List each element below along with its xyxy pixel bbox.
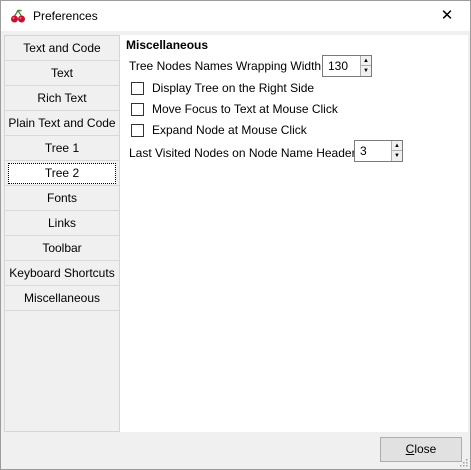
window-title: Preferences [33, 9, 98, 23]
sidebar-item-links[interactable]: Links [5, 211, 119, 236]
close-button-label: lose [414, 442, 437, 456]
move-focus-label: Move Focus to Text at Mouse Click [152, 102, 338, 116]
sidebar-item-text-and-code[interactable]: Text and Code [5, 36, 119, 61]
sidebar-item-tree-2[interactable]: Tree 2 [8, 163, 116, 184]
display-right-checkbox[interactable] [131, 81, 144, 95]
sidebar-item-tree-1[interactable]: Tree 1 [5, 136, 119, 161]
dialog-footer: Close [1, 432, 470, 469]
triangle-up-icon[interactable]: ▲ [392, 141, 402, 151]
sidebar-item-toolbar[interactable]: Toolbar [5, 236, 119, 261]
triangle-up-icon[interactable]: ▲ [361, 56, 371, 66]
sidebar-item-tree-2-wrapper: Tree 2 [5, 161, 119, 186]
expand-node-label: Expand Node at Mouse Click [152, 123, 307, 137]
section-title: Miscellaneous [126, 38, 209, 52]
last-visited-label: Last Visited Nodes on Node Name Header [129, 146, 356, 160]
wrap-width-value[interactable]: 130 [328, 59, 348, 73]
last-visited-spin-buttons[interactable]: ▲ ▼ [391, 141, 402, 161]
expand-node-option[interactable]: Expand Node at Mouse Click [131, 123, 307, 137]
last-visited-value[interactable]: 3 [360, 144, 367, 158]
display-right-label: Display Tree on the Right Side [152, 81, 315, 95]
sidebar-item-keyboard-shortcuts[interactable]: Keyboard Shortcuts [5, 261, 119, 286]
sidebar-item-plain-text-and-code[interactable]: Plain Text and Code [5, 111, 119, 136]
sidebar-item-rich-text[interactable]: Rich Text [5, 86, 119, 111]
preferences-window: Preferences ✕ Text and Code Text Rich Te… [0, 0, 471, 470]
sidebar-item-text[interactable]: Text [5, 61, 119, 86]
display-right-option[interactable]: Display Tree on the Right Side [131, 81, 314, 95]
sidebar-item-fonts[interactable]: Fonts [5, 186, 119, 211]
title-bar: Preferences ✕ [1, 1, 470, 31]
move-focus-option[interactable]: Move Focus to Text at Mouse Click [131, 102, 338, 116]
close-button[interactable]: Close [380, 437, 462, 462]
settings-panel: Miscellaneous Tree Nodes Names Wrapping … [120, 35, 468, 432]
resize-grip-icon[interactable] [458, 457, 468, 467]
last-visited-spinner[interactable]: 3 ▲ ▼ [354, 140, 403, 162]
preferences-sidebar: Text and Code Text Rich Text Plain Text … [4, 35, 120, 432]
triangle-down-icon[interactable]: ▼ [361, 66, 371, 76]
triangle-down-icon[interactable]: ▼ [392, 151, 402, 161]
wrap-width-spin-buttons[interactable]: ▲ ▼ [360, 56, 371, 76]
cherry-icon [11, 9, 25, 23]
wrap-width-spinner[interactable]: 130 ▲ ▼ [322, 55, 372, 77]
move-focus-checkbox[interactable] [131, 102, 144, 116]
wrap-width-label: Tree Nodes Names Wrapping Width [129, 59, 322, 73]
sidebar-item-miscellaneous[interactable]: Miscellaneous [5, 286, 119, 311]
expand-node-checkbox[interactable] [131, 123, 144, 137]
window-close-button[interactable]: ✕ [424, 1, 470, 31]
